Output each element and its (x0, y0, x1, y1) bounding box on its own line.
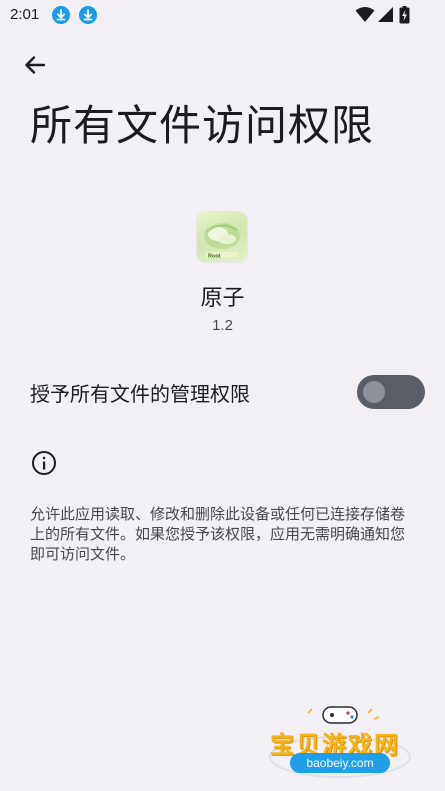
all-files-permission-row[interactable]: 授予所有文件的管理权限 (30, 370, 425, 416)
download-icon (52, 6, 70, 24)
status-time: 2:01 (10, 6, 40, 23)
watermark-url: baobeiy.com (290, 753, 390, 773)
signal-icon (377, 6, 394, 27)
arrow-left-icon (20, 56, 50, 84)
watermark-logo: 宝贝游戏网 baobeiy.com (268, 705, 418, 785)
battery-charging-icon (399, 6, 410, 28)
page-title: 所有文件访问权限 (30, 101, 375, 150)
toggle-thumb (363, 381, 385, 403)
permission-toggle-label: 授予所有文件的管理权限 (30, 382, 250, 406)
download-icon (79, 6, 97, 24)
app-icon: Root (197, 212, 247, 262)
back-button[interactable] (20, 50, 50, 80)
app-name: 原子 (200, 286, 245, 311)
info-icon (31, 450, 57, 476)
wifi-icon (355, 6, 375, 27)
status-bar: 2:01 (0, 0, 445, 30)
permission-toggle-switch[interactable] (357, 375, 425, 409)
permission-description: 允许此应用读取、修改和删除此设备或任何已连接存储卷上的所有文件。如果您授予该权限… (30, 505, 406, 563)
app-version: 1.2 (212, 317, 233, 334)
svg-text:Root: Root (208, 254, 221, 260)
